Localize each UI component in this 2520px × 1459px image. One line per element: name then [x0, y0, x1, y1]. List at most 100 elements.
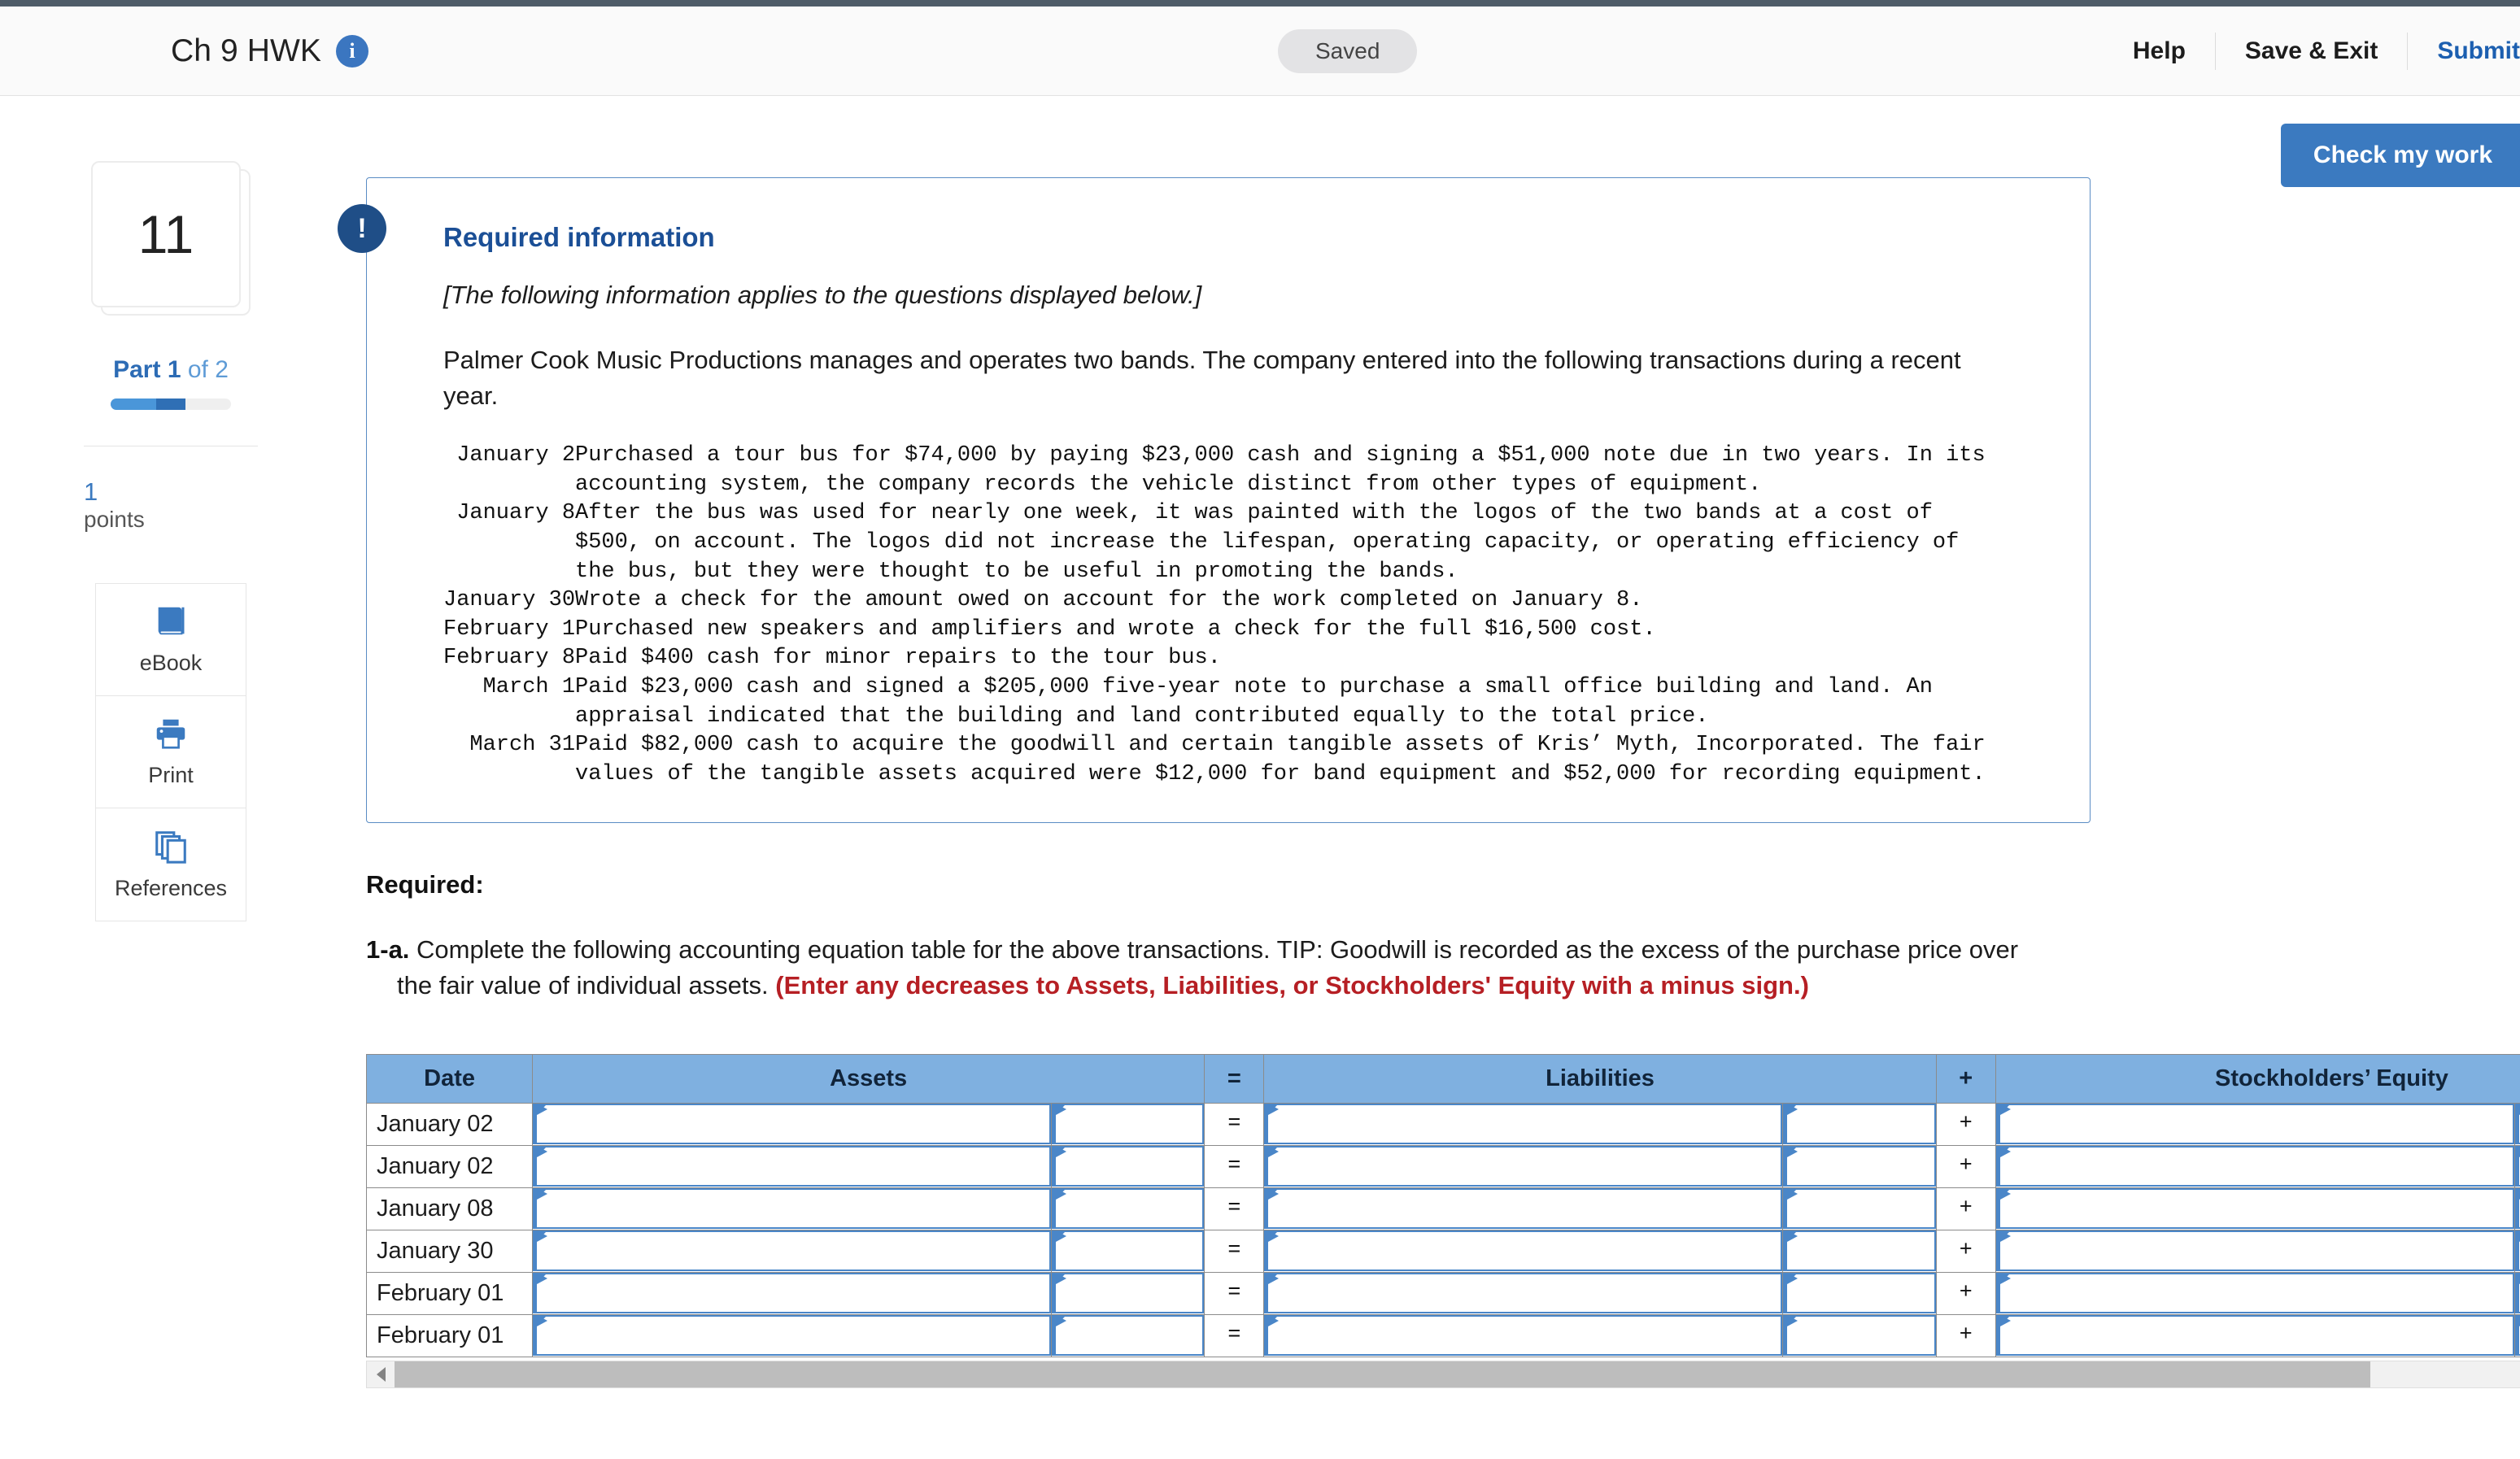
transactions-list: January 2 Purchased a tour bus for $74,0…: [443, 442, 1986, 790]
equity-amount-cell[interactable]: [2513, 1102, 2520, 1146]
liabilities-account-input[interactable]: [1264, 1188, 1783, 1230]
assets-account-input[interactable]: [533, 1146, 1051, 1187]
assets-amount-input[interactable]: [1051, 1315, 1205, 1357]
help-button[interactable]: Help: [2104, 37, 2215, 65]
equity-amount-input[interactable]: [2514, 1146, 2520, 1187]
liabilities-amount-input[interactable]: [1783, 1146, 1936, 1187]
assets-amount-cell[interactable]: [1050, 1313, 1206, 1357]
assets-amount-input[interactable]: [1051, 1104, 1205, 1145]
liabilities-amount-input[interactable]: [1783, 1273, 1936, 1314]
assets-amount-input[interactable]: [1051, 1273, 1205, 1314]
transaction-description: Wrote a check for the amount owed on acc…: [575, 588, 1643, 613]
liabilities-amount-cell[interactable]: [1782, 1229, 1937, 1273]
references-button[interactable]: References: [96, 808, 246, 921]
scrollbar-track[interactable]: [395, 1361, 2520, 1387]
print-button[interactable]: Print: [96, 695, 246, 808]
equity-amount-cell[interactable]: [2513, 1313, 2520, 1357]
table-horizontal-scrollbar[interactable]: [366, 1360, 2520, 1388]
liabilities-amount-input[interactable]: [1783, 1230, 1936, 1272]
liabilities-amount-cell[interactable]: [1782, 1187, 1937, 1230]
assets-amount-cell[interactable]: [1050, 1144, 1206, 1188]
equity-amount-cell[interactable]: [2513, 1271, 2520, 1315]
equity-amount-cell[interactable]: [2513, 1187, 2520, 1230]
scroll-left-arrow-icon[interactable]: [367, 1361, 395, 1387]
liabilities-account-cell[interactable]: [1263, 1313, 1784, 1357]
equity-amount-cell[interactable]: [2513, 1229, 2520, 1273]
assets-amount-cell[interactable]: [1050, 1102, 1206, 1146]
required-information-panel: ! Required information [The following in…: [338, 177, 2091, 823]
assets-account-cell[interactable]: [532, 1102, 1052, 1146]
assets-account-input[interactable]: [533, 1273, 1051, 1314]
equity-account-input[interactable]: [1995, 1104, 2514, 1145]
liabilities-account-cell[interactable]: [1263, 1144, 1784, 1188]
assets-amount-cell[interactable]: [1050, 1271, 1206, 1315]
info-icon[interactable]: i: [336, 34, 369, 68]
row-date: January 02: [365, 1102, 534, 1146]
liabilities-account-input[interactable]: [1264, 1146, 1783, 1187]
scrollbar-thumb[interactable]: [395, 1361, 2370, 1387]
equity-amount-cell[interactable]: [2513, 1144, 2520, 1188]
transaction-row: January 30 Wrote a check for the amount …: [443, 586, 1986, 616]
transaction-date: January 2: [456, 443, 576, 468]
assets-account-cell[interactable]: [532, 1144, 1052, 1188]
assets-amount-cell[interactable]: [1050, 1187, 1206, 1230]
assets-account-cell[interactable]: [532, 1187, 1052, 1230]
assets-amount-input[interactable]: [1051, 1188, 1205, 1230]
equity-account-cell[interactable]: [1995, 1271, 2515, 1315]
check-my-work-button[interactable]: Check my work: [2280, 124, 2520, 187]
liabilities-account-cell[interactable]: [1263, 1229, 1784, 1273]
assets-account-input[interactable]: [533, 1104, 1051, 1145]
equity-account-cell[interactable]: [1995, 1229, 2515, 1273]
liabilities-account-cell[interactable]: [1263, 1187, 1784, 1230]
equity-account-cell[interactable]: [1995, 1102, 2515, 1146]
equity-account-input[interactable]: [1995, 1146, 2514, 1187]
liabilities-account-cell[interactable]: [1263, 1271, 1784, 1315]
assets-amount-input[interactable]: [1051, 1146, 1205, 1187]
liabilities-account-input[interactable]: [1264, 1104, 1783, 1145]
equity-account-cell[interactable]: [1995, 1313, 2515, 1357]
save-and-exit-button[interactable]: Save & Exit: [2216, 37, 2407, 65]
liabilities-account-input[interactable]: [1264, 1230, 1783, 1272]
equity-account-cell[interactable]: [1995, 1187, 2515, 1230]
equity-account-input[interactable]: [1995, 1273, 2514, 1314]
assets-account-input[interactable]: [533, 1188, 1051, 1230]
assets-account-cell[interactable]: [532, 1229, 1052, 1273]
points-value: 1: [84, 477, 98, 506]
plus-operator: +: [1935, 1271, 1996, 1315]
progress-segment-1: [111, 399, 157, 410]
column-header-date: Date: [365, 1053, 534, 1104]
liabilities-amount-cell[interactable]: [1782, 1144, 1937, 1188]
liabilities-amount-cell[interactable]: [1782, 1102, 1937, 1146]
transaction-date: February 1: [443, 616, 576, 642]
liabilities-amount-input[interactable]: [1783, 1188, 1936, 1230]
transaction-description: Paid $400 cash for minor repairs to the …: [575, 646, 1221, 671]
part-progress-bar: [111, 399, 231, 410]
liabilities-amount-input[interactable]: [1783, 1315, 1936, 1357]
equity-amount-input[interactable]: [2514, 1273, 2520, 1314]
liabilities-account-input[interactable]: [1264, 1273, 1783, 1314]
equity-account-input[interactable]: [1995, 1230, 2514, 1272]
assets-account-input[interactable]: [533, 1230, 1051, 1272]
plus-operator: +: [1935, 1229, 1996, 1273]
liabilities-amount-cell[interactable]: [1782, 1271, 1937, 1315]
liabilities-account-input[interactable]: [1264, 1315, 1783, 1357]
equity-account-cell[interactable]: [1995, 1144, 2515, 1188]
assets-account-cell[interactable]: [532, 1271, 1052, 1315]
assets-account-input[interactable]: [533, 1315, 1051, 1357]
ebook-button[interactable]: eBook: [96, 583, 246, 696]
equity-account-input[interactable]: [1995, 1188, 2514, 1230]
assets-amount-input[interactable]: [1051, 1230, 1205, 1272]
equity-amount-input[interactable]: [2514, 1188, 2520, 1230]
equity-account-input[interactable]: [1995, 1315, 2514, 1357]
liabilities-amount-input[interactable]: [1783, 1104, 1936, 1145]
equity-amount-input[interactable]: [2514, 1104, 2520, 1145]
liabilities-account-cell[interactable]: [1263, 1102, 1784, 1146]
assets-amount-cell[interactable]: [1050, 1229, 1206, 1273]
equity-amount-input[interactable]: [2514, 1230, 2520, 1272]
liabilities-amount-cell[interactable]: [1782, 1313, 1937, 1357]
submit-button[interactable]: Submit: [2408, 37, 2520, 65]
assets-account-cell[interactable]: [532, 1313, 1052, 1357]
question-number-card[interactable]: 11: [91, 161, 241, 307]
equity-amount-input[interactable]: [2514, 1315, 2520, 1357]
transaction-row: March 1 Paid $23,000 cash and signed a $…: [443, 673, 1986, 731]
